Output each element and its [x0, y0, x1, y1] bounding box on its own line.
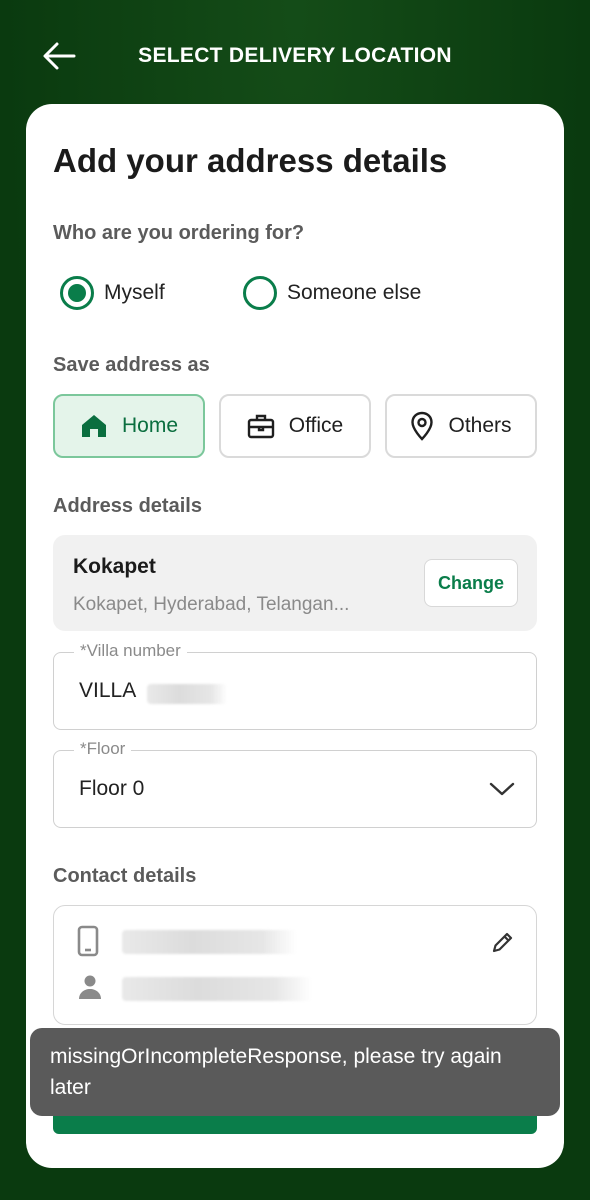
villa-number-field[interactable]: *Villa number VILLA: [53, 641, 537, 730]
redacted-phone-number: [122, 930, 297, 954]
chevron-down-icon: [489, 782, 515, 796]
radio-myself-label: Myself: [104, 281, 165, 304]
save-address-label: Save address as: [53, 354, 210, 376]
chip-others-label: Others: [448, 414, 512, 437]
address-details-label: Address details: [53, 495, 202, 517]
pencil-icon[interactable]: [491, 930, 515, 954]
radio-checked-icon: [60, 276, 94, 310]
villa-number-value: VILLA: [79, 679, 137, 702]
redacted-villa-number: [147, 684, 227, 704]
ordering-for-label: Who are you ordering for?: [53, 222, 305, 244]
floor-label: *Floor: [74, 739, 132, 759]
villa-number-label: *Villa number: [74, 641, 187, 661]
error-toast: missingOrIncompleteResponse, please try …: [30, 1028, 560, 1116]
radio-someone-else-label: Someone else: [287, 281, 422, 304]
contact-details-box: [53, 905, 537, 1025]
page-title: SELECT DELIVERY LOCATION: [138, 44, 452, 67]
chip-home-label: Home: [121, 414, 179, 437]
floor-select[interactable]: *Floor Floor 0: [53, 739, 537, 828]
chip-home[interactable]: Home: [53, 394, 205, 458]
top-bar: SELECT DELIVERY LOCATION: [0, 0, 590, 110]
briefcase-icon: [247, 414, 274, 439]
card-heading: Add your address details: [53, 142, 448, 179]
chip-office-label: Office: [288, 414, 344, 437]
contact-details-label: Contact details: [53, 865, 197, 887]
person-icon: [79, 975, 101, 999]
location-pin-icon: [411, 411, 434, 441]
radio-someone-else[interactable]: Someone else: [243, 276, 421, 310]
chip-office[interactable]: Office: [219, 394, 371, 458]
location-address: Kokapet, Hyderabad, Telangan...: [73, 594, 350, 615]
address-details-card: Add your address details Who are you ord…: [26, 104, 564, 1168]
home-icon: [81, 415, 106, 437]
location-name: Kokapet: [73, 555, 156, 578]
change-location-button[interactable]: Change: [424, 559, 518, 607]
floor-value: Floor 0: [79, 777, 145, 800]
phone-icon: [77, 925, 99, 957]
selected-location: Kokapet Kokapet, Hyderabad, Telangan... …: [53, 535, 537, 631]
redacted-contact-name: [122, 977, 312, 1001]
radio-unchecked-icon: [243, 276, 277, 310]
radio-myself[interactable]: Myself: [60, 276, 165, 310]
chip-others[interactable]: Others: [385, 394, 537, 458]
